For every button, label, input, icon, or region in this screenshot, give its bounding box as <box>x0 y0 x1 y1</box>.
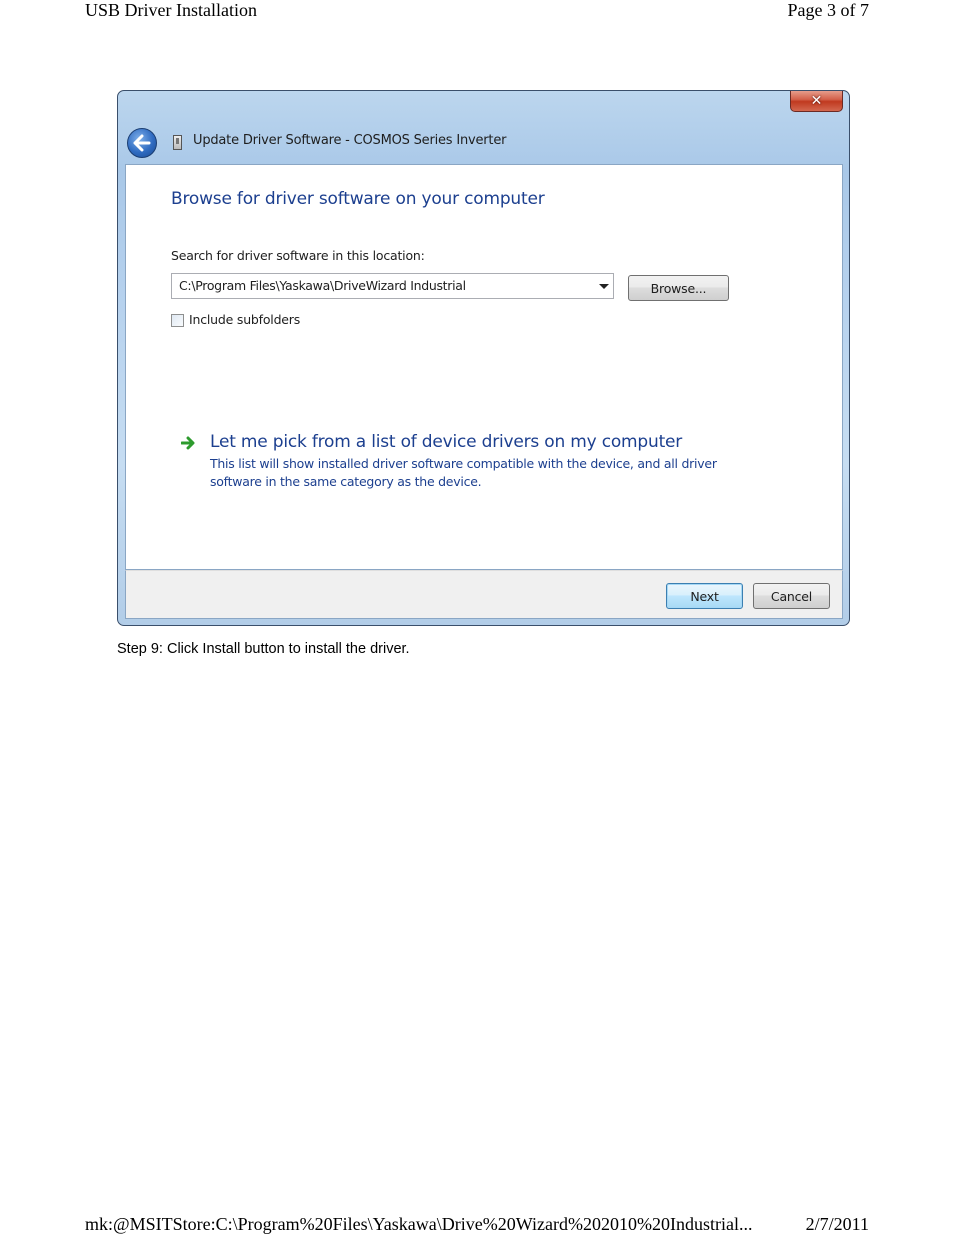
back-arrow-icon <box>133 134 151 152</box>
dialog-title: Update Driver Software - COSMOS Series I… <box>193 133 507 148</box>
update-driver-dialog: ✕ Update Driver Software - COSMOS Series… <box>117 90 850 626</box>
browse-button[interactable]: Browse... <box>628 275 729 301</box>
back-button[interactable] <box>127 128 157 158</box>
close-button[interactable]: ✕ <box>790 91 843 112</box>
search-location-label: Search for driver software in this locat… <box>171 248 425 263</box>
page-header-title: USB Driver Installation <box>85 0 257 20</box>
device-icon <box>173 135 182 150</box>
page-title: Browse for driver software on your compu… <box>171 189 545 209</box>
footer-date: 2/7/2011 <box>805 1214 869 1234</box>
include-subfolders-checkbox[interactable] <box>171 314 184 327</box>
pick-from-list-description: This list will show installed driver sof… <box>210 456 717 489</box>
include-subfolders-label[interactable]: Include subfolders <box>189 312 300 327</box>
green-arrow-icon <box>181 436 195 450</box>
chevron-down-icon[interactable] <box>599 284 609 289</box>
footer-url: mk:@MSITStore:C:\Program%20Files\Yaskawa… <box>85 1214 753 1234</box>
close-icon: ✕ <box>810 92 823 109</box>
next-button[interactable]: Next <box>666 583 743 609</box>
dialog-content: Browse for driver software on your compu… <box>125 164 843 570</box>
pick-from-list-link[interactable]: Let me pick from a list of device driver… <box>210 432 682 452</box>
step-caption: Step 9: Click Install button to install … <box>117 641 410 657</box>
location-combobox[interactable]: C:\Program Files\Yaskawa\DriveWizard Ind… <box>171 273 614 299</box>
location-path-value: C:\Program Files\Yaskawa\DriveWizard Ind… <box>179 278 466 293</box>
cancel-button[interactable]: Cancel <box>753 583 830 609</box>
page-number: Page 3 of 7 <box>787 0 869 20</box>
dialog-button-bar: Next Cancel <box>125 570 843 619</box>
